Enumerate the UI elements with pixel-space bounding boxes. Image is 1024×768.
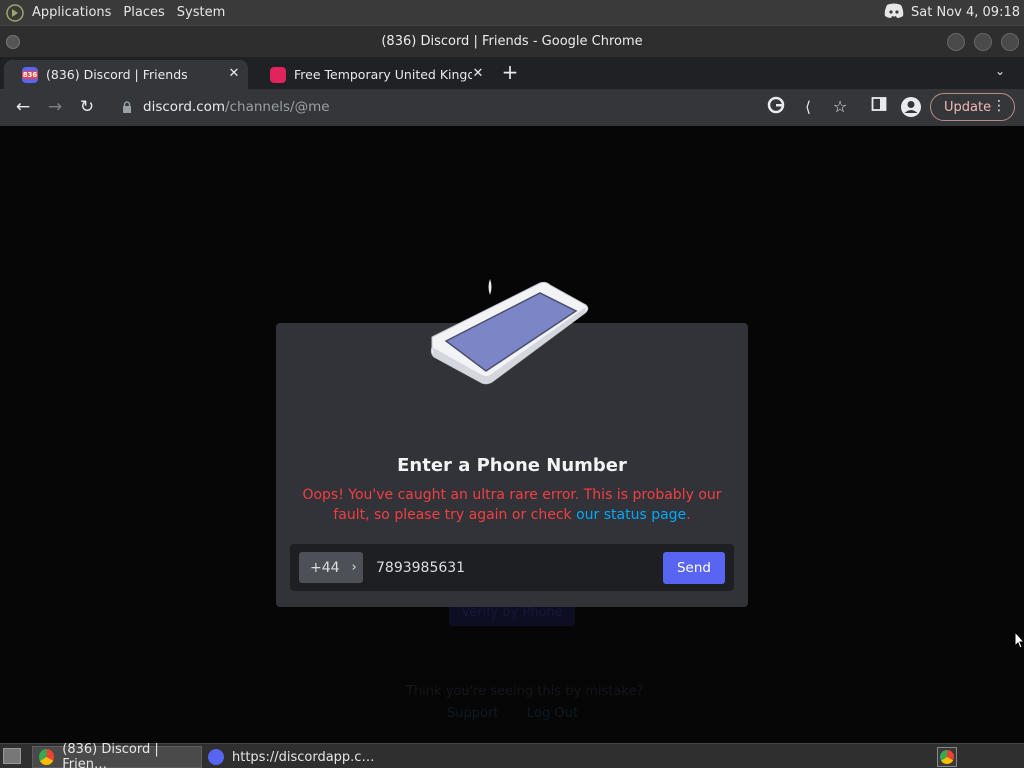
panel-right: Sat Nov 4, 09:18 [883, 3, 1024, 23]
taskbar-label: https://discordapp.c… [232, 749, 375, 765]
maximize-icon[interactable] [974, 33, 992, 51]
modal-title: Enter a Phone Number [397, 455, 627, 476]
menu-places[interactable]: Places [117, 0, 170, 25]
discord-tray-icon[interactable] [883, 3, 905, 23]
forward-icon[interactable]: → [44, 96, 66, 118]
url-path: /channels/@me [225, 99, 330, 115]
share-icon[interactable]: ⟨ [797, 96, 819, 118]
new-tab-icon[interactable]: + [500, 62, 520, 82]
tab-badge: 836 [21, 70, 39, 79]
taskbar-label: (836) Discord | Frien… [62, 742, 159, 768]
close-window-icon[interactable] [1001, 33, 1019, 51]
workspace-switcher-icon[interactable] [937, 747, 957, 767]
error-message: Oops! You've caught an ultra rare error.… [286, 485, 738, 525]
reload-icon[interactable]: ↻ [76, 96, 98, 118]
phone-illustration-icon [430, 279, 589, 385]
back-icon[interactable]: ← [12, 96, 34, 118]
screen: Applications Places System Sat Nov 4, 09… [0, 0, 1024, 768]
minimize-icon[interactable] [947, 33, 965, 51]
profile-avatar-icon[interactable] [900, 96, 922, 118]
tab-discord[interactable]: 836 (836) Discord | Friends ✕ [4, 60, 248, 89]
menu-kebab-icon[interactable]: ⋮ [992, 98, 1006, 114]
window-titlebar[interactable]: (836) Discord | Friends - Google Chrome [0, 25, 1024, 57]
tab-title: (836) Discord | Friends [46, 67, 188, 82]
status-page-link[interactable]: our status page [576, 507, 686, 523]
google-lens-icon[interactable] [765, 96, 787, 118]
send-button[interactable]: Send [663, 552, 725, 584]
show-desktop-icon[interactable] [3, 748, 21, 764]
tab-close-icon[interactable]: ✕ [226, 66, 242, 82]
chevron-right-icon: › [351, 560, 357, 575]
lock-icon[interactable] [122, 101, 132, 113]
country-code-button[interactable]: +44 › [299, 552, 363, 583]
url-host: discord.com [143, 99, 226, 115]
tab-title: Free Temporary United Kingdom [294, 67, 472, 82]
window-title: (836) Discord | Friends - Google Chrome [381, 34, 643, 49]
phone-number-input[interactable] [376, 552, 646, 583]
bookmark-star-icon[interactable]: ☆ [829, 96, 851, 118]
logout-link[interactable]: Log Out [527, 706, 578, 721]
update-button[interactable]: Update ⋮ [930, 93, 1015, 121]
url-text[interactable]: discord.com/channels/@me [143, 99, 330, 115]
mouse-cursor-icon [1014, 631, 1024, 649]
clock[interactable]: Sat Nov 4, 09:18 [911, 5, 1020, 20]
taskbar-item-chrome[interactable]: (836) Discord | Frien… [32, 742, 202, 768]
tab-close-icon[interactable]: ✕ [470, 66, 486, 82]
tab-temp-number[interactable]: Free Temporary United Kingdom ✕ [252, 60, 492, 89]
mistake-text: Think you're seeing this by mistake? [406, 684, 644, 699]
taskbar-item-discord[interactable]: https://discordapp.c… [202, 746, 382, 768]
error-end: . [686, 507, 691, 523]
phone-input-row: +44 › Send [290, 544, 734, 591]
country-code: +44 [310, 559, 340, 576]
top-panel: Applications Places System Sat Nov 4, 09… [0, 0, 1024, 25]
side-panel-icon[interactable] [868, 96, 890, 118]
window-menu-icon[interactable] [6, 35, 20, 49]
chrome-icon [940, 750, 954, 764]
site-favicon-icon [270, 66, 286, 83]
discord-icon [208, 749, 224, 765]
update-label: Update [944, 99, 992, 115]
menu-system[interactable]: System [171, 0, 231, 25]
phone-modal: Enter a Phone Number Oops! You've caught… [276, 279, 748, 607]
taskbar: (836) Discord | Frien… https://discordap… [0, 742, 1024, 768]
chrome-icon [39, 749, 55, 765]
support-link[interactable]: Support [447, 706, 498, 721]
gnome-logo-icon[interactable] [4, 2, 26, 24]
discord-favicon-icon: 836 [21, 66, 39, 83]
tab-search-icon[interactable]: ⌄ [990, 64, 1010, 80]
menu-applications[interactable]: Applications [26, 0, 117, 25]
browser-toolbar: ← → ↻ discord.com/channels/@me ⟨ ☆ Updat… [0, 89, 1024, 126]
